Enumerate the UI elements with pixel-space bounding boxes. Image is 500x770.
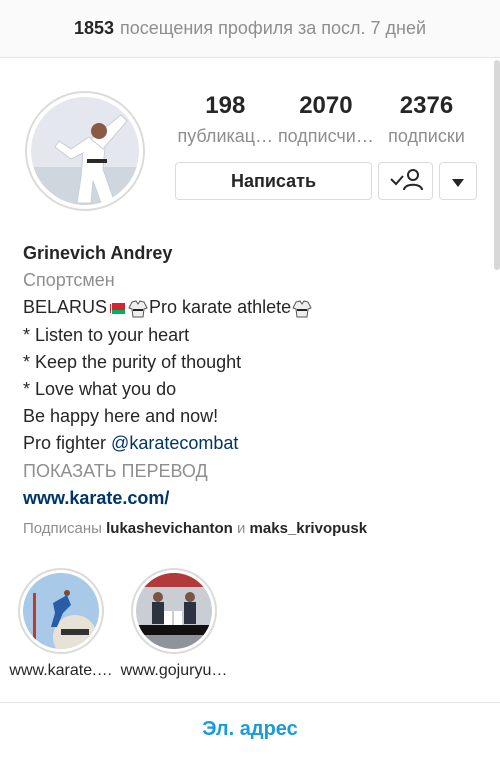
avatar[interactable] xyxy=(25,91,145,211)
stat-following-label: подписки xyxy=(388,126,465,146)
stat-posts[interactable]: 198 публикац… xyxy=(175,92,276,147)
bio-tagline: Pro karate athlete xyxy=(149,297,292,318)
visits-text: посещения профиля за посл. 7 дней xyxy=(119,18,427,38)
bio-fighter-text: Pro fighter xyxy=(23,433,112,454)
scrollbar[interactable] xyxy=(494,60,500,270)
bio-country: BELARUS xyxy=(23,297,108,318)
highlight-label: www.gojuryu… xyxy=(120,662,228,679)
bio-line: * Keep the purity of thought xyxy=(23,351,242,372)
belarus-flag-icon xyxy=(109,303,126,315)
profile-bio: Grinevich Andrey Спортсмен BELARUS Pro ka… xyxy=(23,240,493,540)
followed-by-separator: и xyxy=(232,520,250,538)
stat-following[interactable]: 2376 подписки xyxy=(376,92,477,147)
profile-name: Grinevich Andrey xyxy=(23,243,173,263)
highlight-ring xyxy=(131,568,217,654)
avatar-image xyxy=(31,97,139,205)
chevron-down-icon xyxy=(452,171,464,192)
highlight-item[interactable]: www.karate.… xyxy=(6,568,116,680)
highlight-item[interactable]: www.gojuryu… xyxy=(119,568,229,680)
karate-gi-icon xyxy=(128,300,148,318)
highlight-ring xyxy=(18,568,104,654)
visits-count: 1853 xyxy=(73,18,114,38)
bio-line: Pro fighter @karatecombat xyxy=(23,430,493,457)
message-button[interactable]: Написать xyxy=(175,162,372,200)
bio-line: Be happy here and now! xyxy=(23,406,219,427)
stat-followers[interactable]: 2070 подписчи… xyxy=(276,92,377,147)
bio-line: * Love what you do xyxy=(23,379,177,400)
mention-link[interactable]: @karatecombat xyxy=(111,433,238,453)
followed-by-prefix: Подписаны xyxy=(23,520,107,538)
person-check-icon xyxy=(389,167,423,196)
stat-followers-label: подписчи… xyxy=(277,126,374,146)
highlight-label: www.karate.… xyxy=(9,662,113,679)
show-translation-link[interactable]: ПОКАЗАТЬ ПЕРЕВОД xyxy=(23,458,493,485)
profile-category: Спортсмен xyxy=(23,270,115,291)
following-button[interactable] xyxy=(378,162,433,200)
highlight-cover-image xyxy=(23,573,99,649)
followed-by-user[interactable]: maks_krivopusk xyxy=(250,520,368,537)
bio-line: * Listen to your heart xyxy=(23,324,190,345)
stat-following-value: 2376 xyxy=(399,92,454,119)
stat-posts-label: публикац… xyxy=(177,126,274,146)
website-link[interactable]: www.karate.com/ xyxy=(23,485,493,512)
highlight-cover-image xyxy=(136,573,212,649)
karate-gi-icon xyxy=(292,300,312,318)
profile-stats: 198 публикац… 2070 подписчи… 2376 подпис… xyxy=(175,92,477,147)
email-button[interactable]: Эл. адрес xyxy=(0,718,500,741)
followed-by-user[interactable]: lukashevichanton xyxy=(106,520,233,537)
divider xyxy=(0,702,500,703)
bio-line: BELARUS Pro karate athlete xyxy=(23,294,493,321)
followed-by[interactable]: Подписаны lukashevichanton и maks_krivop… xyxy=(23,518,493,540)
stat-followers-value: 2070 xyxy=(299,92,353,119)
more-options-button[interactable] xyxy=(439,162,477,200)
stat-posts-value: 198 xyxy=(205,92,246,119)
profile-visits-banner[interactable]: 1853 посещения профиля за посл. 7 дней xyxy=(0,0,500,58)
